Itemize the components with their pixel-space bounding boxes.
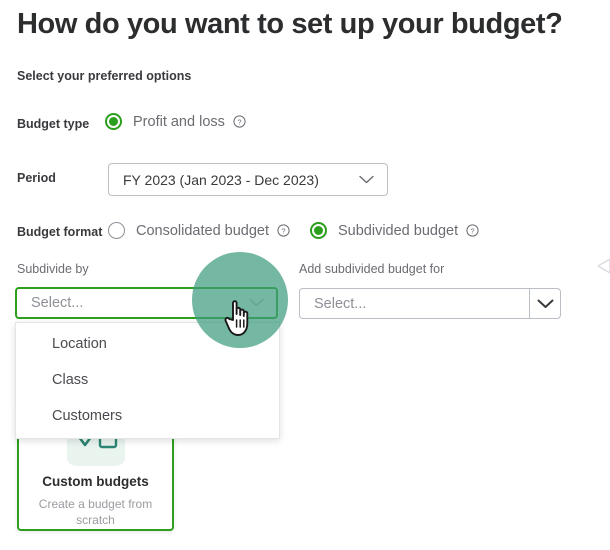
page-title: How do you want to set up your budget? [17,8,563,40]
chevron-down-icon-add-subdivided[interactable] [529,289,560,318]
svg-text:?: ? [471,226,475,235]
radio-profit-and-loss-label: Profit and loss [133,113,225,130]
radio-profit-and-loss[interactable]: Profit and loss ? [105,113,246,130]
subdivide-by-select[interactable]: Select... [15,287,278,319]
help-circle-icon-budget-type[interactable]: ? [233,115,246,128]
menu-item-customers[interactable]: Customers [52,408,122,424]
period-label: Period [17,171,56,185]
radio-subdivided-budget-control[interactable] [310,222,327,239]
help-circle-icon-subdivided[interactable]: ? [466,224,479,237]
subdivide-by-label: Subdivide by [17,262,89,276]
custom-budgets-card-title: Custom budgets [42,474,149,489]
add-subdivided-budget-label: Add subdivided budget for [299,262,445,276]
page-subtitle: Select your preferred options [17,69,192,83]
add-subdivided-budget-placeholder: Select... [314,295,367,312]
period-select-value: FY 2023 (Jan 2023 - Dec 2023) [123,171,319,188]
budget-type-label: Budget type [17,117,90,131]
radio-consolidated-budget-control[interactable] [108,222,125,239]
arrow-left-icon[interactable] [596,258,610,283]
add-subdivided-budget-select[interactable]: Select... [299,288,561,319]
radio-subdivided-budget-label: Subdivided budget [338,222,459,239]
period-select[interactable]: FY 2023 (Jan 2023 - Dec 2023) [108,163,388,196]
svg-text:?: ? [281,226,285,235]
subdivide-by-dropdown-menu[interactable]: Location Class Customers [15,322,280,439]
budget-format-label: Budget format [17,225,103,239]
radio-consolidated-budget-label: Consolidated budget [136,222,270,239]
radio-profit-and-loss-control[interactable] [105,113,122,130]
radio-consolidated-budget[interactable]: Consolidated budget ? [108,222,290,239]
custom-budgets-card-subtitle: Create a budget from scratch [38,497,153,527]
radio-subdivided-budget[interactable]: Subdivided budget ? [310,222,479,239]
budget-setup-page: How do you want to set up your budget? S… [0,0,610,550]
menu-item-location[interactable]: Location [52,336,107,352]
svg-text:?: ? [237,117,241,126]
menu-item-class[interactable]: Class [52,372,88,388]
help-circle-icon-consolidated[interactable]: ? [277,224,290,237]
chevron-down-icon-subdivide-by [249,294,264,312]
subdivide-by-placeholder: Select... [31,295,84,311]
chevron-down-icon-period [359,171,374,189]
